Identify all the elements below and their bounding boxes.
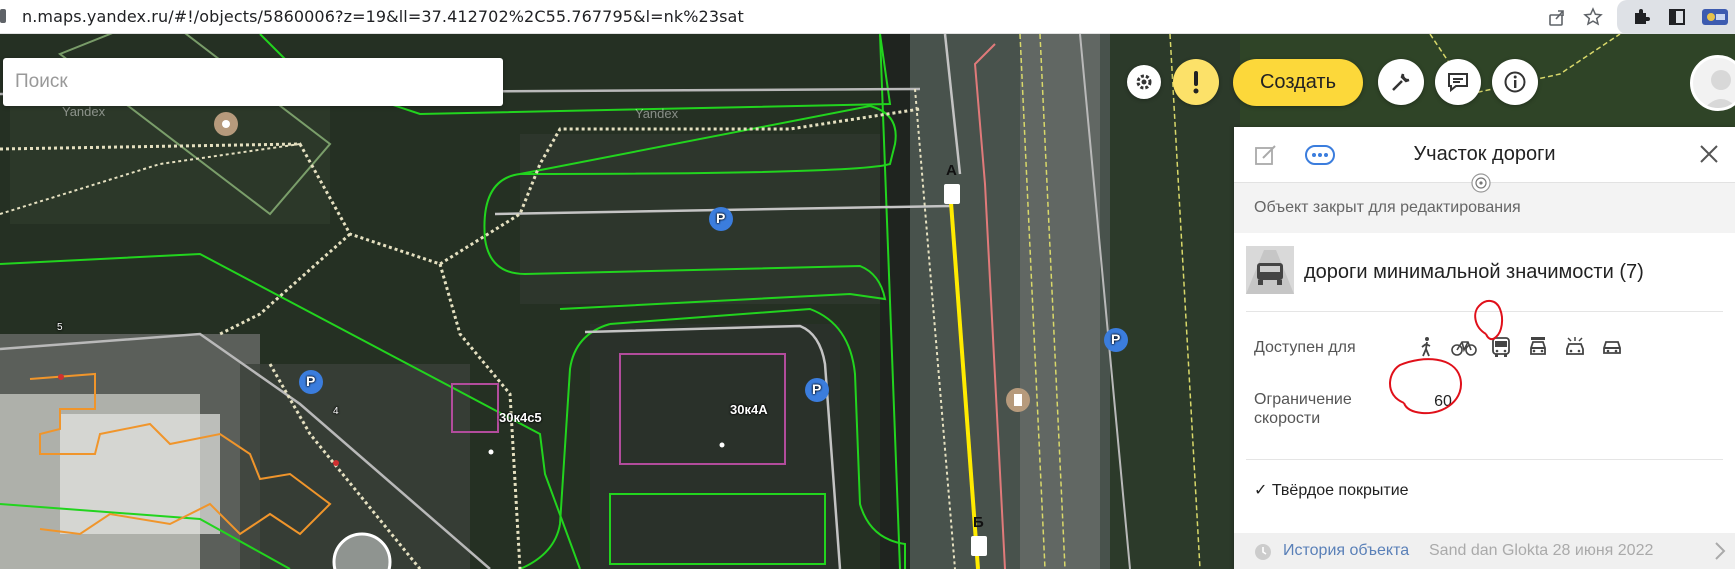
road-end-label: Б xyxy=(973,514,984,531)
search-input[interactable] xyxy=(3,58,503,106)
share-icon[interactable] xyxy=(1539,0,1575,34)
screen: n.maps.yandex.ru/#!/objects/5860006?z=19… xyxy=(0,0,1735,569)
object-panel: Участок дороги Объект закрыт для редакти… xyxy=(1234,127,1735,569)
sidebar-icon[interactable] xyxy=(1659,0,1695,34)
road-start-label: А xyxy=(946,162,957,179)
comment-icon xyxy=(1448,73,1468,93)
info-icon xyxy=(1504,71,1526,93)
alert-icon xyxy=(1193,71,1199,94)
trash-marker[interactable] xyxy=(1006,388,1030,412)
create-button[interactable]: Создать xyxy=(1233,59,1363,106)
info-button[interactable] xyxy=(1492,59,1538,105)
house-number: 5 xyxy=(57,322,63,333)
map-watermark: Yandex xyxy=(635,106,679,121)
map-watermark: Yandex xyxy=(62,104,106,119)
profile-extension-icon[interactable] xyxy=(1695,0,1735,34)
comments-button[interactable] xyxy=(1435,59,1481,105)
parking-label: P xyxy=(812,381,822,397)
lock-icon[interactable] xyxy=(0,9,6,23)
building-label[interactable]: 30к4А xyxy=(730,402,768,417)
alert-button[interactable] xyxy=(1173,59,1219,105)
house-number: 4 xyxy=(333,406,339,417)
parking-label: P xyxy=(306,373,316,389)
avatar-icon xyxy=(1704,70,1735,108)
playground-marker[interactable] xyxy=(214,112,238,136)
wrench-icon xyxy=(1392,73,1410,91)
road-start-marker[interactable] xyxy=(944,184,960,204)
parking-label: P xyxy=(716,210,726,226)
building-label[interactable]: 30к4с5 xyxy=(499,410,542,425)
url-text[interactable]: n.maps.yandex.ru/#!/objects/5860006?z=19… xyxy=(22,7,744,26)
settings-button[interactable] xyxy=(1127,65,1161,99)
star-icon[interactable] xyxy=(1575,0,1611,34)
extensions-icon[interactable] xyxy=(1623,0,1659,34)
browser-toolbar xyxy=(1539,0,1735,34)
settings-icon xyxy=(1136,74,1152,90)
extensions-area xyxy=(1617,0,1735,34)
parking-label: P xyxy=(1111,331,1121,347)
road-end-marker[interactable] xyxy=(971,536,987,556)
search-box xyxy=(3,58,503,106)
tools-button[interactable] xyxy=(1378,59,1424,105)
browser-address-bar: n.maps.yandex.ru/#!/objects/5860006?z=19… xyxy=(0,0,1735,34)
annotation-overlay xyxy=(1389,299,1504,415)
